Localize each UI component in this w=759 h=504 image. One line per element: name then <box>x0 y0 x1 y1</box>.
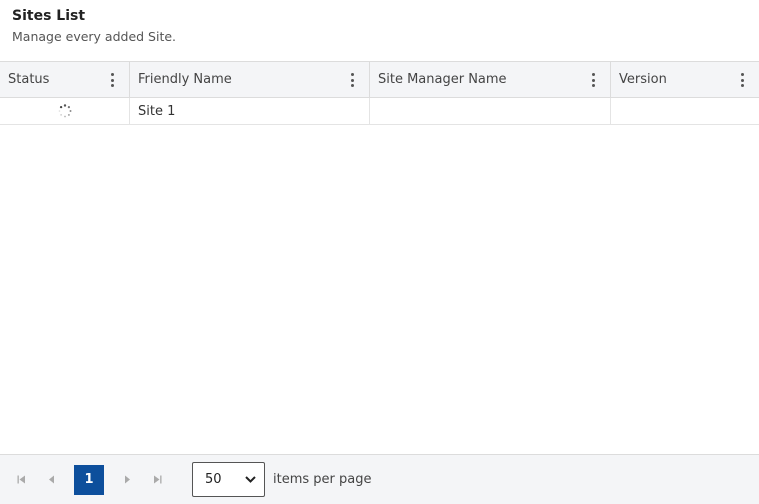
status-cell <box>0 98 130 124</box>
table-row[interactable]: Site 1 <box>0 98 759 125</box>
pager: 1 50 items per page <box>0 454 759 504</box>
page-title: Sites List <box>12 8 86 24</box>
column-menu-icon[interactable] <box>111 73 115 87</box>
last-page-icon <box>153 475 161 484</box>
column-menu-icon[interactable] <box>741 73 745 87</box>
page-size-select[interactable]: 50 <box>192 462 265 497</box>
grid-header-row: Status Friendly Name Site Manager Name V… <box>0 62 759 98</box>
version-cell <box>611 98 759 124</box>
column-header-label: Version <box>619 72 667 87</box>
page-header: Sites List Manage every added Site. <box>12 7 176 45</box>
page-subtitle: Manage every added Site. <box>12 29 177 44</box>
column-menu-icon[interactable] <box>592 73 596 87</box>
sites-grid: Status Friendly Name Site Manager Name V… <box>0 61 759 454</box>
loading-spinner-icon <box>58 104 71 118</box>
next-page-button[interactable] <box>120 473 134 487</box>
column-header-label: Status <box>8 72 50 87</box>
previous-page-icon <box>48 475 54 484</box>
chevron-down-icon <box>245 476 256 483</box>
previous-page-button[interactable] <box>44 473 58 487</box>
column-header-label: Friendly Name <box>138 72 232 87</box>
column-header-friendly-name[interactable]: Friendly Name <box>130 62 370 97</box>
last-page-button[interactable] <box>150 473 164 487</box>
site-manager-name-cell <box>370 98 611 124</box>
page-1-button[interactable]: 1 <box>74 464 104 495</box>
first-page-button[interactable] <box>14 473 28 487</box>
column-header-label: Site Manager Name <box>378 72 507 87</box>
column-header-version[interactable]: Version <box>611 62 759 97</box>
column-header-status[interactable]: Status <box>0 62 130 97</box>
sites-list-page: Sites List Manage every added Site. Stat… <box>0 0 759 504</box>
column-header-site-manager-name[interactable]: Site Manager Name <box>370 62 611 97</box>
next-page-icon <box>124 475 130 484</box>
friendly-name-cell: Site 1 <box>130 98 370 124</box>
page-size-value: 50 <box>205 472 222 487</box>
items-per-page-label: items per page <box>273 472 372 487</box>
first-page-icon <box>17 475 25 484</box>
column-menu-icon[interactable] <box>351 73 355 87</box>
